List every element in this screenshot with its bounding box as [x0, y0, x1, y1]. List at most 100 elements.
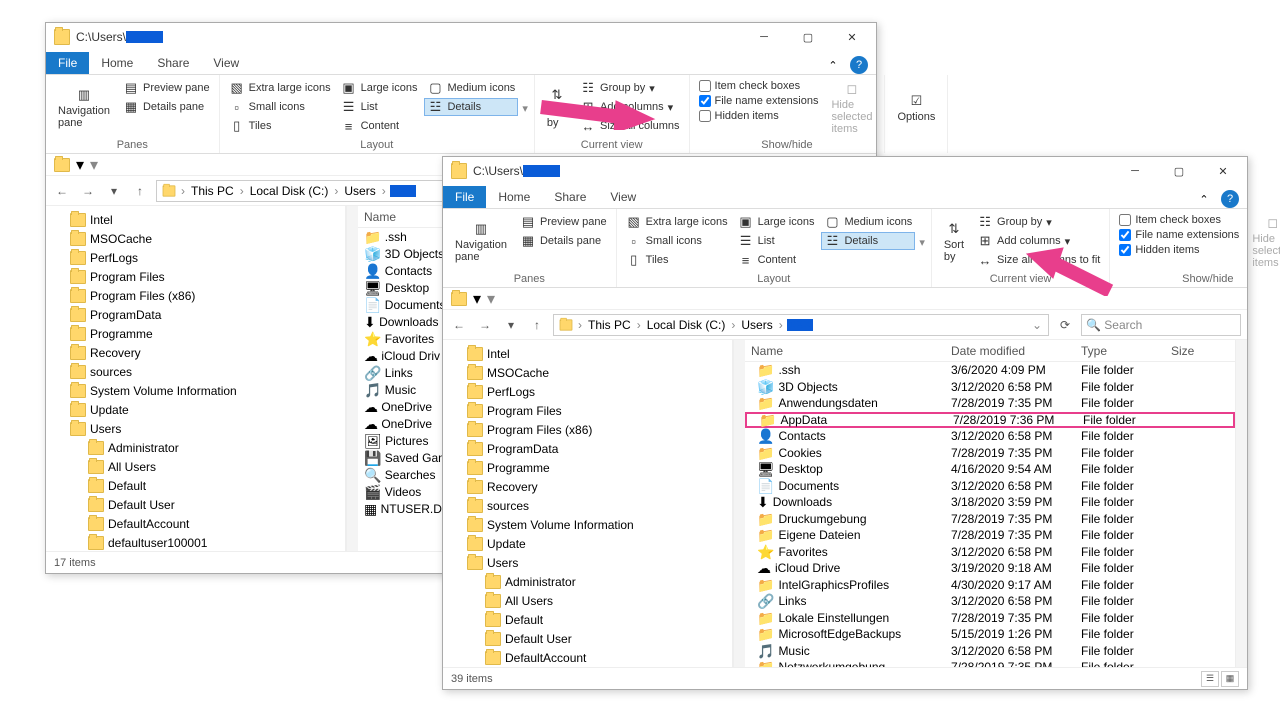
scrollbar[interactable] — [1235, 340, 1247, 667]
hidden-items[interactable]: Hidden items — [1116, 243, 1242, 257]
tree-node[interactable]: Program Files (x86) — [46, 286, 345, 305]
tree-node[interactable]: ProgramData — [46, 305, 345, 324]
table-row[interactable]: ☁iCloud Drive3/19/2020 9:18 AMFile folde… — [745, 560, 1235, 577]
layout-xl[interactable]: ▧Extra large icons — [226, 79, 334, 97]
table-row[interactable]: 📁Druckumgebung7/28/2019 7:35 PMFile fold… — [745, 511, 1235, 528]
tab-file[interactable]: File — [443, 186, 486, 208]
file-name-extensions[interactable]: File name extensions — [696, 94, 822, 108]
minimize-button[interactable]: ─ — [742, 23, 786, 51]
layout-more-icon[interactable]: ▾ — [919, 236, 925, 249]
sort-by-button[interactable]: ⇅Sort by — [938, 213, 970, 271]
layout-details[interactable]: ☳Details — [821, 232, 915, 250]
navigation-pane-button[interactable]: ▥Navigation pane — [52, 79, 116, 137]
tree-node[interactable]: Users — [443, 553, 732, 572]
qat-more[interactable]: ▾ — [90, 155, 98, 175]
ribbon-collapse-icon[interactable]: ⌃ — [824, 56, 842, 74]
view-details-icon[interactable]: ☰ — [1201, 671, 1219, 687]
up-button[interactable]: ↑ — [527, 318, 547, 332]
up-button[interactable]: ↑ — [130, 184, 150, 198]
close-button[interactable]: ✕ — [830, 23, 874, 51]
add-columns-button[interactable]: ⊞Add columns ▾ — [974, 232, 1103, 250]
table-row[interactable]: ⬇Downloads3/18/2020 3:59 PMFile folder — [745, 494, 1235, 511]
tree-node[interactable]: PerfLogs — [46, 248, 345, 267]
maximize-button[interactable]: ▢ — [786, 23, 830, 51]
back-button[interactable]: ← — [52, 184, 72, 198]
recent-button[interactable]: ▾ — [104, 184, 124, 198]
size-columns-button[interactable]: ↔Size all columns to fit — [974, 251, 1103, 269]
tree-node[interactable]: Program Files — [443, 401, 732, 420]
folder-tree[interactable]: IntelMSOCachePerfLogsProgram FilesProgra… — [46, 206, 346, 551]
minimize-button[interactable]: ─ — [1113, 157, 1157, 185]
tree-node[interactable]: defaultuser100001 — [46, 533, 345, 551]
table-row[interactable]: 📁Anwendungsdaten7/28/2019 7:35 PMFile fo… — [745, 395, 1235, 412]
table-row[interactable]: 📁MicrosoftEdgeBackups5/15/2019 1:26 PMFi… — [745, 626, 1235, 643]
table-row[interactable]: 📁Eigene Dateien7/28/2019 7:35 PMFile fol… — [745, 527, 1235, 544]
tab-share[interactable]: Share — [542, 186, 598, 208]
tree-node[interactable]: sources — [46, 362, 345, 381]
crumb-thispc[interactable]: This PC — [189, 184, 236, 198]
table-row[interactable]: 📁Netzwerkumgebung7/28/2019 7:35 PMFile f… — [745, 659, 1235, 667]
qat-item[interactable]: ▾ — [473, 289, 481, 309]
table-row[interactable]: 📁Lokale Einstellungen7/28/2019 7:35 PMFi… — [745, 610, 1235, 627]
layout-sm[interactable]: ▫Small icons — [623, 232, 731, 250]
help-icon[interactable]: ? — [1221, 190, 1239, 208]
tree-node[interactable]: Users — [46, 419, 345, 438]
scrollbar[interactable] — [733, 340, 745, 667]
add-columns-button[interactable]: ⊞Add columns ▾ — [577, 98, 682, 116]
tab-view[interactable]: View — [201, 52, 251, 74]
tree-node[interactable]: Intel — [46, 210, 345, 229]
close-button[interactable]: ✕ — [1201, 157, 1245, 185]
crumb-drive[interactable]: Local Disk (C:) — [248, 184, 331, 198]
col-date[interactable]: Date modified — [945, 344, 1075, 358]
table-row[interactable]: 🖥Desktop4/16/2020 9:54 AMFile folder — [745, 461, 1235, 478]
ribbon-collapse-icon[interactable]: ⌃ — [1195, 190, 1213, 208]
layout-md[interactable]: ▢Medium icons — [424, 79, 518, 97]
tree-node[interactable]: System Volume Information — [46, 381, 345, 400]
navigation-pane-button[interactable]: ▥Navigation pane — [449, 213, 513, 271]
table-row[interactable]: 🔗Links3/12/2020 6:58 PMFile folder — [745, 593, 1235, 610]
qat-item[interactable]: ▾ — [76, 155, 84, 175]
tree-node[interactable]: Default User — [443, 629, 732, 648]
help-icon[interactable]: ? — [850, 56, 868, 74]
hidden-items[interactable]: Hidden items — [696, 109, 822, 123]
crumb-thispc[interactable]: This PC — [586, 318, 633, 332]
tab-home[interactable]: Home — [486, 186, 542, 208]
tree-node[interactable]: System Volume Information — [443, 515, 732, 534]
table-row[interactable]: 👤Contacts3/12/2020 6:58 PMFile folder — [745, 428, 1235, 445]
size-columns-button[interactable]: ↔Size all columns — [577, 117, 682, 135]
col-type[interactable]: Type — [1075, 344, 1165, 358]
sort-by-button[interactable]: ⇅Sort by — [541, 79, 573, 137]
col-size[interactable]: Size — [1165, 344, 1225, 358]
preview-pane-button[interactable]: ▤Preview pane — [120, 79, 213, 97]
item-check-boxes[interactable]: Item check boxes — [696, 79, 822, 93]
crumb-redacted[interactable]: XXX — [787, 319, 813, 331]
titlebar[interactable]: C:\Users\X ─ ▢ ✕ — [46, 23, 876, 51]
tree-node[interactable]: Update — [443, 534, 732, 553]
layout-lg[interactable]: ▣Large icons — [338, 79, 421, 97]
tree-node[interactable]: MSOCache — [443, 363, 732, 382]
tree-node[interactable]: Administrator — [46, 438, 345, 457]
details-pane-button[interactable]: ▦Details pane — [120, 98, 213, 116]
crumb-users[interactable]: Users — [342, 184, 377, 198]
qat-more[interactable]: ▾ — [487, 289, 495, 309]
tree-node[interactable]: DefaultAccount — [443, 648, 732, 667]
table-row[interactable]: 📄Documents3/12/2020 6:58 PMFile folder — [745, 478, 1235, 495]
layout-content[interactable]: ≡Content — [338, 117, 421, 135]
table-row[interactable]: ⭐Favorites3/12/2020 6:58 PMFile folder — [745, 544, 1235, 561]
table-row[interactable]: 📁IntelGraphicsProfiles4/30/2020 9:17 AMF… — [745, 577, 1235, 594]
tree-node[interactable]: DefaultAccount — [46, 514, 345, 533]
item-check-boxes[interactable]: Item check boxes — [1116, 213, 1242, 227]
layout-tiles[interactable]: ▯Tiles — [226, 117, 334, 135]
tree-node[interactable]: Intel — [443, 344, 732, 363]
tree-node[interactable]: Program Files (x86) — [443, 420, 732, 439]
crumb-users[interactable]: Users — [739, 318, 774, 332]
folder-tree[interactable]: IntelMSOCachePerfLogsProgram FilesProgra… — [443, 340, 733, 667]
tree-node[interactable]: Recovery — [443, 477, 732, 496]
tree-node[interactable]: Recovery — [46, 343, 345, 362]
file-name-extensions[interactable]: File name extensions — [1116, 228, 1242, 242]
details-pane-button[interactable]: ▦Details pane — [517, 232, 610, 250]
table-row[interactable]: 🧊3D Objects3/12/2020 6:58 PMFile folder — [745, 379, 1235, 396]
layout-more-icon[interactable]: ▾ — [522, 102, 528, 115]
tab-share[interactable]: Share — [145, 52, 201, 74]
preview-pane-button[interactable]: ▤Preview pane — [517, 213, 610, 231]
